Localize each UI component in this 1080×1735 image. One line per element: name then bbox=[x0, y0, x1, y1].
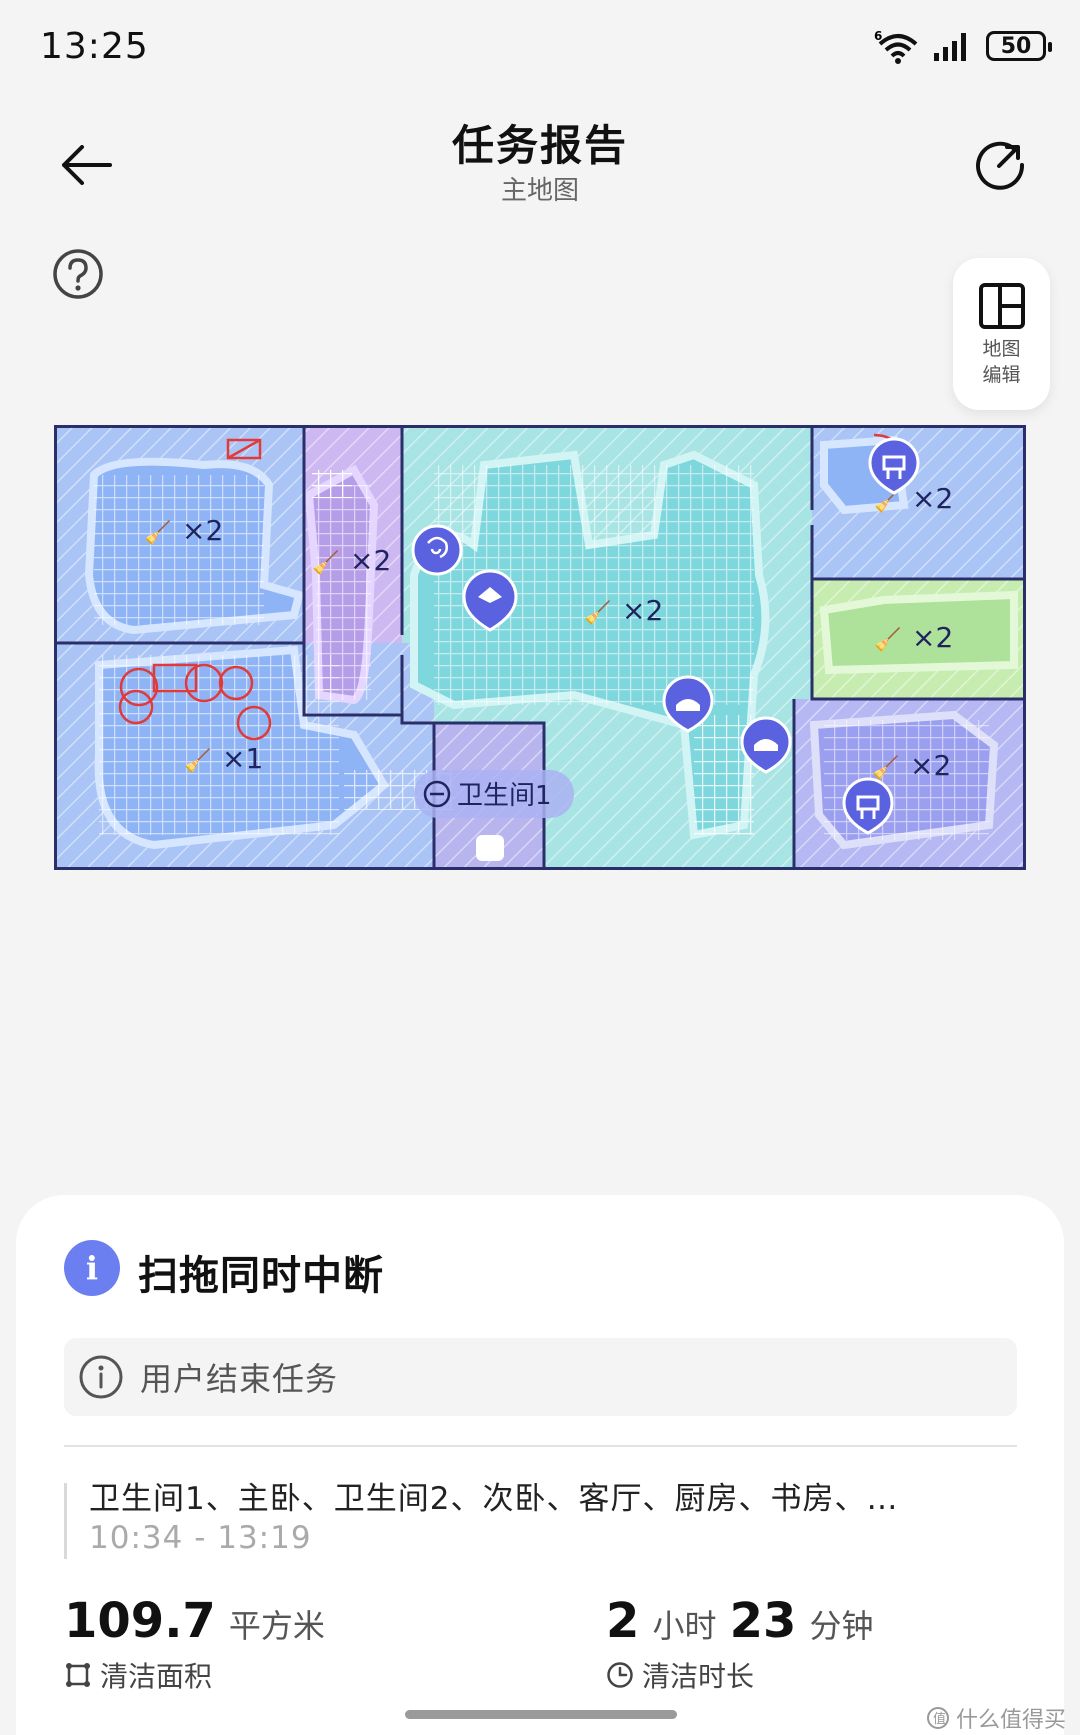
watermark-text: 什么值得买 bbox=[955, 1708, 1066, 1733]
cleaned-rooms: 卫生间1、主卧、卫生间2、次卧、客厅、厨房、书房、… bbox=[89, 1481, 899, 1517]
svg-text:🧹: 🧹 bbox=[312, 550, 339, 576]
svg-text:🧹: 🧹 bbox=[872, 755, 899, 781]
room-e-passes: ×2 bbox=[912, 621, 953, 654]
status-time: 13:25 bbox=[40, 26, 149, 67]
duration-hours: 2 bbox=[606, 1593, 640, 1649]
room-f-passes: ×2 bbox=[910, 749, 951, 782]
page-subtitle: 主地图 bbox=[500, 176, 579, 206]
map-edit-button[interactable]: 地图编辑 bbox=[953, 258, 1050, 410]
report-title: 扫拖同时中断 bbox=[138, 1253, 384, 1299]
duration-hours-unit: 小时 bbox=[652, 1607, 717, 1645]
dirt-dots bbox=[312, 470, 352, 498]
report-card: i 扫拖同时中断 用户结束任务 卫生间1、主卧、卫生间2、次卧、客厅、厨房、书房… bbox=[16, 1195, 1064, 1735]
divider bbox=[64, 1445, 1017, 1447]
area-unit: 平方米 bbox=[228, 1607, 325, 1645]
duration-label: 清洁时长 bbox=[642, 1660, 755, 1693]
watermark: 值 什么值得买 bbox=[926, 1702, 1066, 1734]
help-button[interactable] bbox=[52, 248, 104, 300]
room-h-label: 卫生间1 bbox=[414, 770, 574, 818]
area-stat: 109.7 平方米 清洁面积 bbox=[64, 1593, 333, 1695]
home-indicator[interactable] bbox=[405, 1710, 677, 1719]
page-title: 任务报告 bbox=[451, 121, 628, 170]
share-icon bbox=[976, 141, 1025, 190]
end-reason-box: 用户结束任务 bbox=[64, 1338, 1017, 1416]
room-d-passes: ×2 bbox=[912, 482, 953, 515]
svg-text:🧹: 🧹 bbox=[874, 627, 901, 653]
info-icon: i bbox=[64, 1240, 120, 1296]
end-reason-text: 用户结束任务 bbox=[140, 1360, 339, 1398]
area-value: 109.7 bbox=[64, 1593, 216, 1649]
room-b-passes: ×2 bbox=[350, 544, 391, 577]
room-c-passes: ×2 bbox=[622, 594, 663, 627]
share-button[interactable] bbox=[970, 135, 1030, 195]
question-circle-icon bbox=[53, 249, 103, 299]
battery-level: 50 bbox=[1000, 33, 1032, 59]
signal-icon bbox=[934, 33, 966, 61]
area-icon bbox=[66, 1663, 90, 1687]
status-icons: 6 50 bbox=[874, 28, 1052, 64]
watermark-logo-icon: 值 bbox=[926, 1707, 949, 1729]
duration-minutes: 23 bbox=[729, 1593, 797, 1649]
svg-text:🧹: 🧹 bbox=[584, 600, 611, 626]
info-circle-icon bbox=[79, 1355, 123, 1399]
area-label: 清洁面积 bbox=[100, 1660, 213, 1693]
map-edit-label: 地图编辑 bbox=[982, 338, 1021, 386]
room-a-passes: ×2 bbox=[182, 514, 223, 547]
room-h-name: 卫生间1 bbox=[457, 781, 552, 811]
svg-text:🧹: 🧹 bbox=[144, 520, 171, 546]
status-bar: 13:25 6 50 bbox=[0, 0, 1080, 95]
layout-icon bbox=[978, 283, 1025, 329]
rooms-accent-bar bbox=[64, 1483, 67, 1559]
svg-text:值: 值 bbox=[933, 1711, 946, 1727]
clean-time-range: 10:34 - 13:19 bbox=[89, 1520, 312, 1556]
clock-icon bbox=[607, 1662, 633, 1688]
wifi-icon: 6 bbox=[874, 29, 918, 64]
svg-text:🧹: 🧹 bbox=[184, 748, 211, 774]
cleaning-map[interactable]: 🧹 ×2 🧹 ×2 🧹 ×2 🧹 ×2 🧹 ×2 🧹 ×2 🧹 ×1 卫生间1 bbox=[54, 425, 1026, 870]
duration-minutes-unit: 分钟 bbox=[809, 1607, 874, 1645]
battery-icon: 50 bbox=[986, 31, 1052, 61]
duration-stat: 2 小时 23 分钟 清洁时长 bbox=[606, 1593, 882, 1695]
room-g-passes: ×1 bbox=[222, 742, 263, 775]
